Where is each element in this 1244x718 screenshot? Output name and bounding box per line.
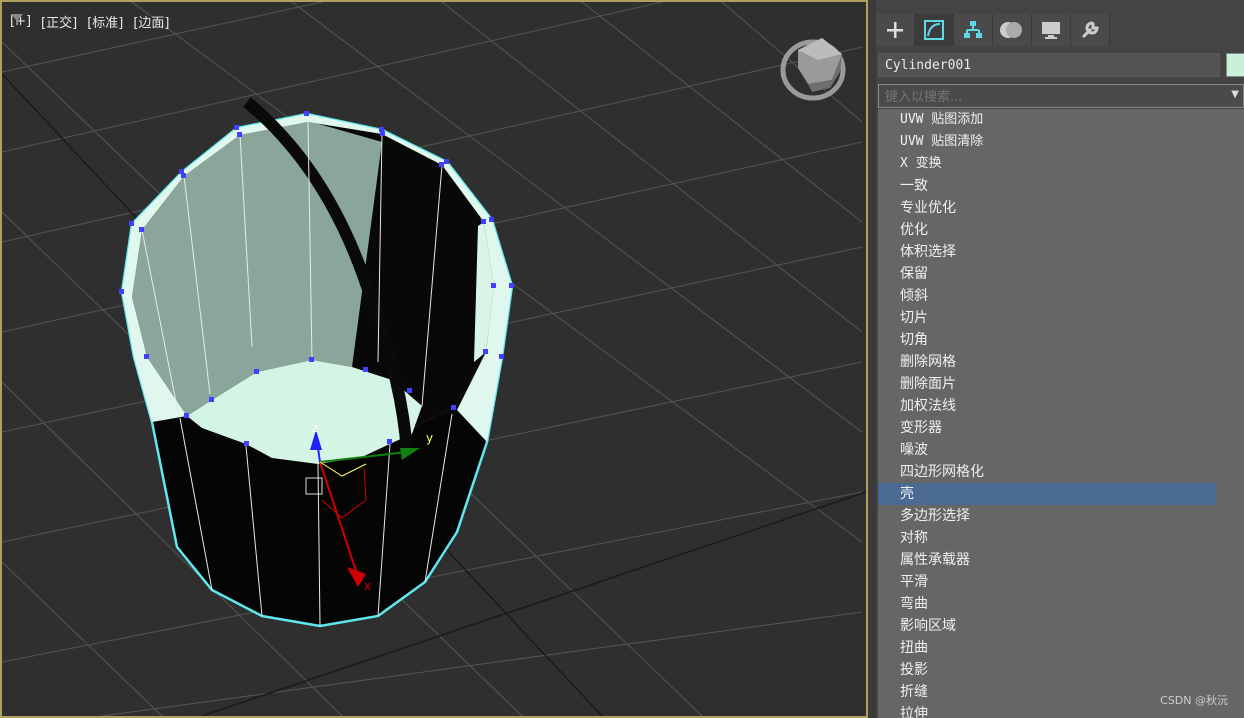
motion-icon [1000,22,1022,38]
object-name-row: Cylinder001 [876,53,1244,77]
modifier-list[interactable]: UVW 贴图添加 UVW 贴图清除 X 变换 一致 专业优化 优化 体积选择 保… [878,109,1244,718]
modifier-item-selected[interactable]: 壳 [878,483,1216,505]
viewport-scene: z y x [2,2,866,716]
modifier-item[interactable]: 变形器 [878,417,1216,439]
viewport-shading-label[interactable]: [标准] [87,12,123,31]
filter-icon[interactable] [11,14,194,29]
modifier-item[interactable]: 噪波 [878,439,1216,461]
modifier-item[interactable]: 删除面片 [878,373,1216,395]
watermark: CSDN @秋沅 [1160,694,1228,707]
command-panel-tabs [876,14,1110,48]
modifier-item[interactable]: 多边形选择 [878,505,1216,527]
modifier-item[interactable]: 扭曲 [878,637,1216,659]
modifier-item[interactable]: 保留 [878,263,1216,285]
modifier-item[interactable]: 切角 [878,329,1216,351]
modifier-item[interactable]: 影响区域 [878,615,1216,637]
modifier-item[interactable]: 属性承载器 [878,549,1216,571]
modifier-item[interactable]: 对称 [878,527,1216,549]
modifier-item[interactable]: 四边形网格化 [878,461,1216,483]
object-color-swatch[interactable] [1226,53,1244,77]
hierarchy-icon [964,21,982,38]
command-panel: Cylinder001 ▼ UVW 贴图添加 UVW 贴图清除 X 变换 一致 … [876,0,1244,718]
create-tab[interactable] [876,14,915,46]
modifier-item[interactable]: 平滑 [878,571,1216,593]
gizmo-y-label: y [426,431,433,445]
dropdown-arrow-icon[interactable]: ▼ [1231,89,1239,100]
hierarchy-tab[interactable] [954,14,993,46]
modifier-item[interactable]: 体积选择 [878,241,1216,263]
plus-icon [887,22,903,38]
display-tab[interactable] [1032,14,1071,46]
modifier-item[interactable]: UVW 贴图清除 [878,131,1216,153]
modifier-item[interactable]: 专业优化 [878,197,1216,219]
modifier-item[interactable]: 切片 [878,307,1216,329]
modifier-item[interactable]: UVW 贴图添加 [878,109,1216,131]
motion-tab[interactable] [993,14,1032,46]
viewport-view-label[interactable]: [正交] [41,12,77,31]
gizmo-z-label: z [312,421,318,435]
gizmo-x-label: x [364,579,371,593]
modifier-item[interactable]: 一致 [878,175,1216,197]
utilities-tab[interactable] [1071,14,1110,46]
perspective-viewport[interactable]: z y x [+] [正交] [标准] [边面] [0,0,868,718]
modifier-list-dropdown[interactable]: ▼ [878,84,1244,109]
wrench-icon [1081,21,1099,39]
modifier-item[interactable]: 弯曲 [878,593,1216,615]
modifier-search-input[interactable] [879,85,1227,109]
monitor-icon [1042,22,1060,39]
viewport-labels: [+] [正交] [标准] [边面] [10,12,194,31]
viewcube[interactable] [780,38,846,101]
modifier-item[interactable]: 倾斜 [878,285,1216,307]
modify-icon [924,20,944,40]
modify-tab[interactable] [915,14,954,46]
modifier-item[interactable]: 投影 [878,659,1216,681]
viewport-display-label[interactable]: [边面] [133,12,169,31]
modifier-item[interactable]: 加权法线 [878,395,1216,417]
panel-divider[interactable] [868,0,876,718]
modifier-item[interactable]: 优化 [878,219,1216,241]
modifier-item[interactable]: 删除网格 [878,351,1216,373]
object-name-field[interactable]: Cylinder001 [878,53,1220,77]
modifier-item[interactable]: X 变换 [878,153,1216,175]
